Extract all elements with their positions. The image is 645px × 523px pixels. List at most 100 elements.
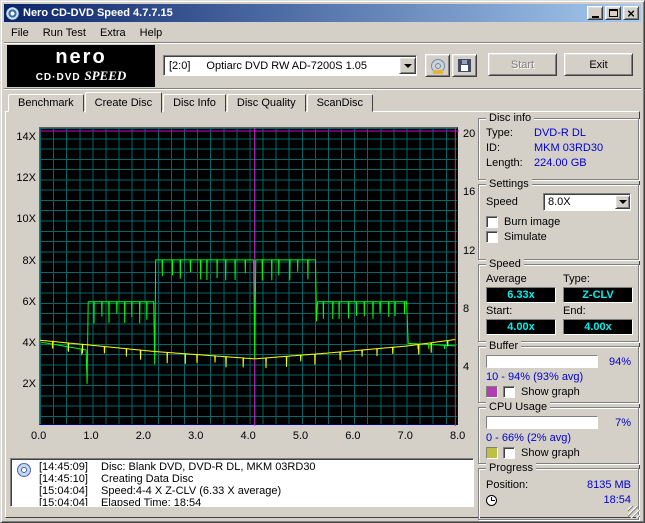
tab-disc-info[interactable]: Disc Info [163, 94, 226, 112]
cpu-color-swatch[interactable] [486, 447, 498, 459]
log-text: Creating Data Disc [101, 474, 193, 485]
tabstrip: Benchmark Create Disc Disc Info Disc Qua… [8, 91, 374, 112]
speed-chart: 14X12X10X8X6X4X2X201612840.01.02.03.04.0… [8, 112, 476, 456]
chart-plot-area [39, 127, 458, 425]
position-value: 8135 MB [587, 479, 631, 491]
type-label: Type: [563, 273, 633, 285]
minimize-button[interactable] [587, 6, 603, 20]
disc-type-value: DVD-R DL [534, 127, 586, 139]
cpu-percent: 7% [615, 417, 631, 429]
write-speed-value: 8.0X [548, 196, 571, 208]
position-label: Position: [486, 479, 528, 491]
settings-title: Settings [486, 178, 532, 190]
burn-image-label: Burn image [504, 216, 560, 228]
disc-id-label: ID: [486, 142, 534, 154]
buffer-show-graph-checkbox[interactable] [503, 386, 515, 398]
clock-icon [486, 495, 497, 506]
log-time: [14:45:09] [39, 462, 101, 473]
log-text: Elapsed Time: 18:54 [101, 498, 201, 507]
simulate-checkbox[interactable] [486, 231, 498, 243]
save-icon [458, 59, 471, 72]
start-label: Start: [486, 305, 556, 317]
cpu-usage-title: CPU Usage [486, 401, 550, 413]
log-line[interactable]: [14:45:09] Disc: Blank DVD, DVD-R DL, MK… [15, 462, 471, 473]
buffer-range: 10 - 94% (93% avg) [486, 371, 583, 383]
nero-logo-cddvd: CD·DVD [36, 72, 81, 83]
load-disc-button[interactable] [425, 54, 450, 77]
drive-select[interactable]: [2:0] Optiarc DVD RW AD-7200S 1.05 [163, 55, 417, 76]
start-speed-display: 4.00x [486, 319, 556, 335]
tab-disc-quality[interactable]: Disc Quality [227, 94, 306, 112]
cpu-progressbar [486, 416, 598, 429]
log-line[interactable]: [15:04:04] Speed:4-4 X Z-CLV (6.33 X ave… [15, 486, 471, 497]
exit-button[interactable]: Exit [564, 53, 633, 76]
y-axis-left-tick: 14X [10, 131, 36, 143]
resize-grip[interactable] [628, 506, 640, 518]
create-disc-tabpage: 14X12X10X8X6X4X2X201612840.01.02.03.04.0… [5, 111, 640, 518]
titlebar[interactable]: Nero CD-DVD Speed 4.7.7.15 × [4, 4, 641, 22]
maximize-button[interactable] [605, 6, 621, 20]
write-speed-label: Speed [486, 196, 518, 208]
disc-length-label: Length: [486, 157, 534, 169]
start-button[interactable]: Start [488, 53, 557, 76]
window-title: Nero CD-DVD Speed 4.7.7.15 [23, 7, 585, 19]
disc-length-value: 224.00 GB [534, 157, 587, 169]
y-axis-right-tick: 4 [463, 361, 469, 373]
cpu-show-graph-label: Show graph [521, 447, 580, 459]
nero-logo-speed: SPEED [84, 68, 126, 83]
log-text: Speed:4-4 X Z-CLV (6.33 X average) [101, 486, 281, 497]
menu-extra[interactable]: Extra [93, 25, 133, 41]
x-axis-tick: 5.0 [293, 430, 308, 442]
x-axis-tick: 6.0 [345, 430, 360, 442]
x-axis-tick: 1.0 [83, 430, 98, 442]
log-time: [14:45:10] [39, 474, 101, 485]
toolbar: nero CD·DVD SPEED [2:0] Optiarc DVD RW A… [4, 42, 641, 89]
menu-help[interactable]: Help [133, 25, 170, 41]
x-axis-tick: 7.0 [398, 430, 413, 442]
disc-type-label: Type: [486, 127, 534, 139]
y-axis-right-tick: 8 [463, 303, 469, 315]
menu-file[interactable]: File [4, 25, 36, 41]
buffer-show-graph-label: Show graph [521, 386, 580, 398]
tab-scandisc[interactable]: ScanDisc [307, 94, 373, 112]
maximize-icon [609, 9, 618, 17]
cpu-show-graph-checkbox[interactable] [503, 447, 515, 459]
buffer-percent: 94% [609, 356, 631, 368]
app-icon [6, 7, 19, 20]
x-axis-tick: 0.0 [31, 430, 46, 442]
log-time: [15:04:04] [39, 486, 101, 497]
end-speed-display: 4.00x [563, 319, 633, 335]
y-axis-right-tick: 16 [463, 186, 475, 198]
log-disc-icon [17, 463, 31, 477]
tab-create-disc[interactable]: Create Disc [85, 92, 162, 113]
drive-select-arrow[interactable] [399, 57, 416, 74]
menu-run-test[interactable]: Run Test [36, 25, 93, 41]
burn-image-checkbox[interactable] [486, 216, 498, 228]
log-line[interactable]: [14:45:10] Creating Data Disc [15, 474, 471, 485]
write-speed-select[interactable]: 8.0X [543, 193, 631, 211]
chevron-down-icon [404, 64, 412, 68]
y-axis-left-tick: 8X [10, 255, 36, 267]
y-axis-left-tick: 6X [10, 296, 36, 308]
elapsed-time-value: 18:54 [603, 494, 631, 506]
tab-benchmark[interactable]: Benchmark [8, 94, 84, 112]
drive-bus: [2:0] [169, 60, 190, 72]
simulate-label: Simulate [504, 231, 547, 243]
buffer-progressbar [486, 355, 598, 368]
disc-info-title: Disc info [486, 112, 534, 124]
nero-logo-text: nero [7, 46, 155, 68]
log-listbox[interactable]: [14:45:09] Disc: Blank DVD, DVD-R DL, MK… [10, 458, 474, 507]
nero-logo: nero CD·DVD SPEED [7, 45, 155, 87]
y-axis-right-tick: 20 [463, 128, 475, 140]
buffer-color-swatch[interactable] [486, 386, 498, 398]
minimize-icon [592, 16, 599, 18]
write-speed-select-arrow[interactable] [615, 195, 630, 209]
save-button[interactable] [452, 54, 477, 77]
log-line[interactable]: [15:04:04] Elapsed Time: 18:54 [15, 498, 471, 507]
y-axis-left-tick: 2X [10, 378, 36, 390]
drive-name: Optiarc DVD RW AD-7200S 1.05 [206, 60, 367, 72]
settings-panel: Settings Speed 8.0X Burn image Simulate [478, 184, 639, 260]
buffer-title: Buffer [486, 340, 521, 352]
disc-hand-icon [431, 59, 445, 73]
close-button[interactable]: × [623, 6, 639, 20]
